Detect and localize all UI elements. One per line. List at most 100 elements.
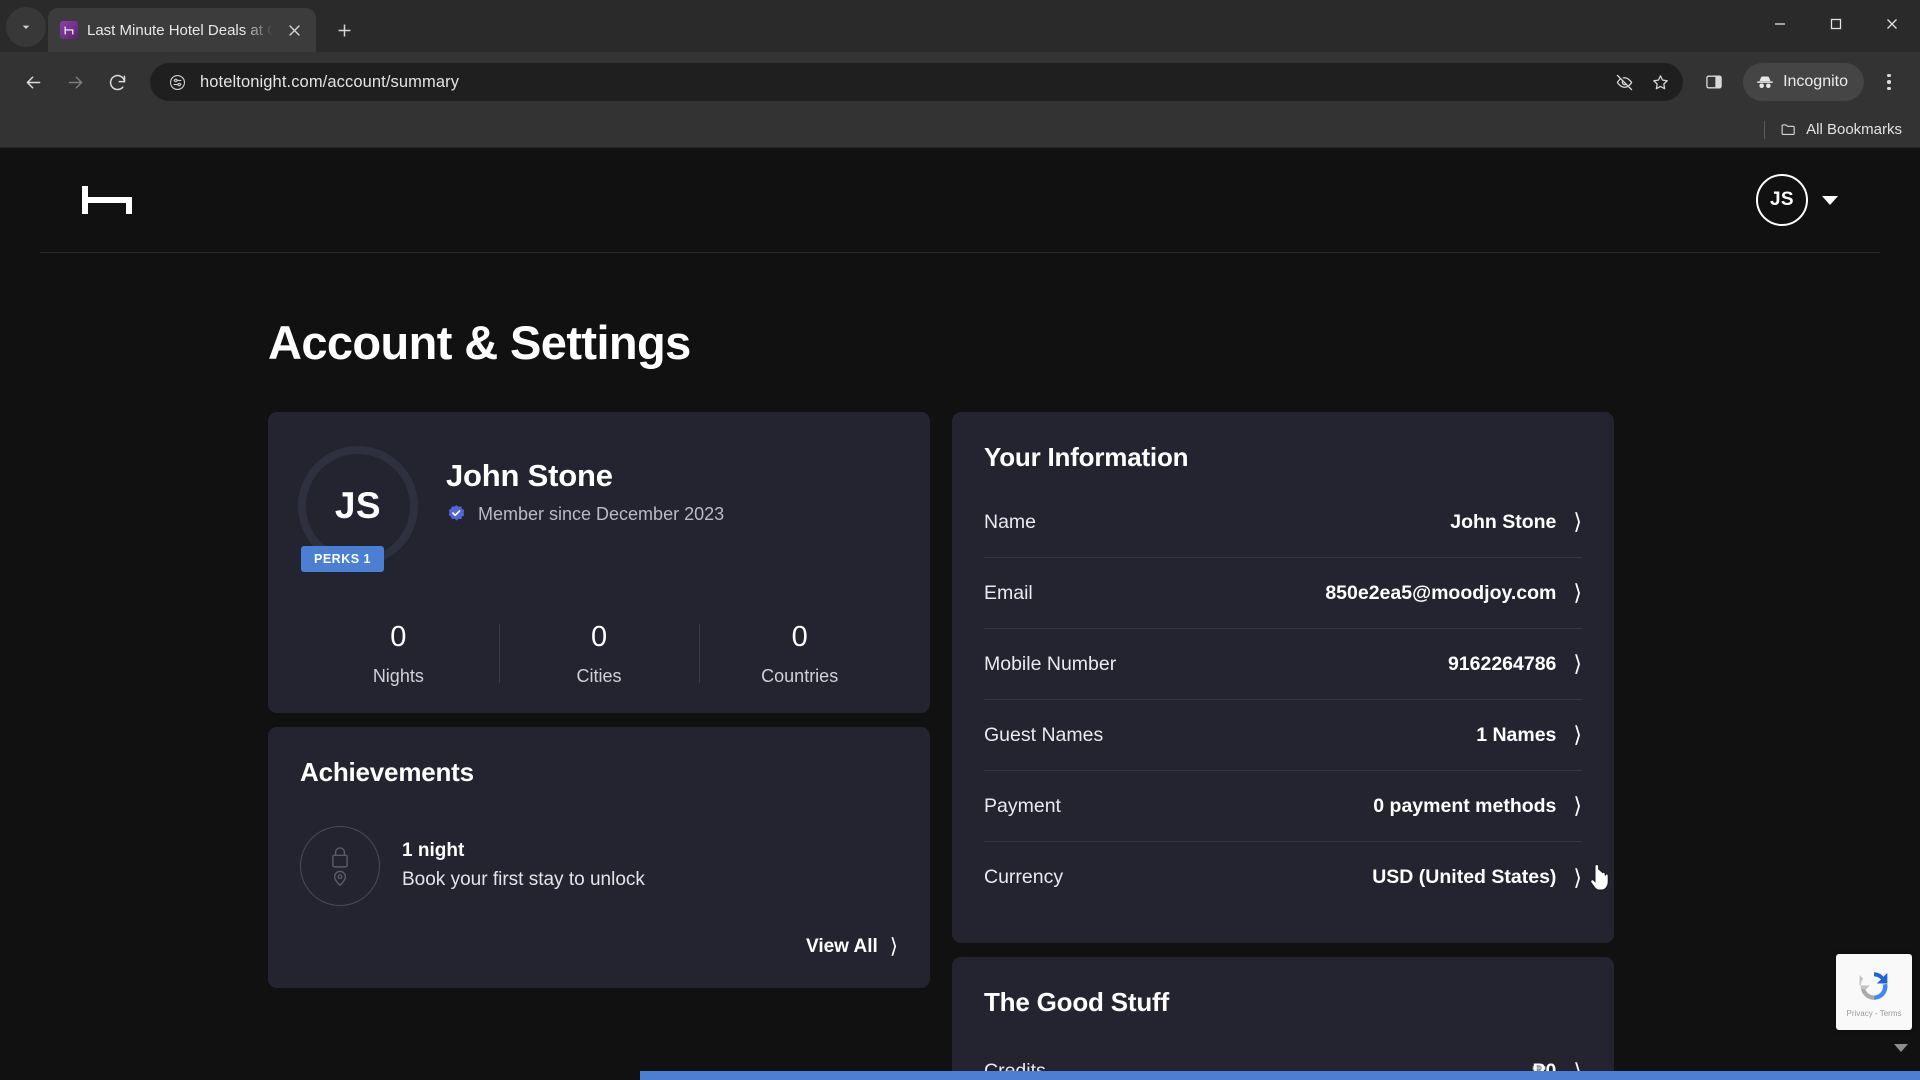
chevron-right-icon: ⟩ <box>1573 580 1582 605</box>
divider <box>1764 120 1766 139</box>
info-row-name[interactable]: Name John Stone ⟩ <box>984 487 1582 558</box>
stat-value: 0 <box>390 621 407 653</box>
information-rows: Name John Stone ⟩ Email 850e2ea5@moodjoy… <box>984 487 1582 913</box>
side-panel-icon <box>1706 75 1722 89</box>
member-since-row: Member since December 2023 <box>446 504 724 525</box>
main-content: Account & Settings JS PERKS 1 John Stone <box>0 315 1920 1080</box>
achievement-item[interactable]: 1 night Book your first stay to unlock <box>300 825 898 906</box>
reload-button[interactable] <box>98 63 136 101</box>
dashboard-grid: JS PERKS 1 John Stone Member since Decem… <box>268 412 1880 1080</box>
achievements-card: Achievements 1 night Book your first sta… <box>268 726 930 988</box>
site-header: JS <box>40 148 1880 253</box>
close-window-button[interactable] <box>1864 0 1920 48</box>
tab-strip: Last Minute Hotel Deals at Grea <box>0 0 1920 52</box>
plus-icon <box>338 24 350 36</box>
browser-window: Last Minute Hotel Deals at Grea <box>0 0 1920 1080</box>
info-row-payment[interactable]: Payment 0 payment methods ⟩ <box>984 771 1582 842</box>
maximize-button[interactable] <box>1808 0 1864 48</box>
hoteltonight-bed-logo[interactable] <box>82 183 140 217</box>
tab-close-button[interactable] <box>282 18 306 42</box>
back-button[interactable] <box>14 63 52 101</box>
recaptcha-text: Privacy - Terms <box>1846 1009 1902 1018</box>
info-row-guest-names[interactable]: Guest Names 1 Names ⟩ <box>984 700 1582 771</box>
close-icon <box>288 24 300 36</box>
dot <box>1887 80 1891 84</box>
your-information-card: Your Information Name John Stone ⟩ Email… <box>952 412 1614 943</box>
incognito-label: Incognito <box>1783 73 1848 90</box>
tracking-protection-button[interactable] <box>1607 65 1641 99</box>
stat-nights: 0 Nights <box>298 621 499 687</box>
info-value: 9162264786 <box>1447 652 1557 675</box>
info-row-currency[interactable]: Currency USD (United States) ⟩ <box>984 842 1582 913</box>
recaptcha-icon <box>1859 972 1888 1000</box>
profile-stats: 0 Nights 0 Cities 0 Countries <box>298 618 900 687</box>
chevron-down-icon <box>22 25 30 29</box>
stat-countries: 0 Countries <box>699 621 900 687</box>
view-all-achievements-link[interactable]: View All ⟩ <box>300 936 898 958</box>
stat-label: Nights <box>372 665 424 686</box>
profile-card: JS PERKS 1 John Stone Member since Decem… <box>268 412 930 713</box>
info-label: Guest Names <box>984 723 1104 746</box>
recaptcha-badge[interactable]: Privacy - Terms <box>1836 954 1912 1030</box>
all-bookmarks-label[interactable]: All Bookmarks <box>1806 121 1902 138</box>
locked-achievement-icon <box>300 825 380 906</box>
chevron-right-icon: ⟩ <box>1573 793 1582 818</box>
page-title: Account & Settings <box>268 316 691 369</box>
browser-toolbar: hoteltonight.com/account/summary Incogni… <box>0 52 1920 112</box>
bookmarks-bar: All Bookmarks <box>0 112 1920 148</box>
bottom-progress-bar <box>640 1071 1920 1080</box>
side-panel-button[interactable] <box>1695 63 1733 101</box>
info-row-email[interactable]: Email 850e2ea5@moodjoy.com ⟩ <box>984 558 1582 629</box>
achievements-title: Achievements <box>300 756 474 787</box>
new-tab-button[interactable] <box>326 12 362 48</box>
minimize-button[interactable] <box>1752 0 1808 48</box>
scroll-down-caret-icon[interactable] <box>1894 1044 1908 1052</box>
address-bar[interactable]: hoteltonight.com/account/summary <box>150 63 1684 101</box>
achievement-subtitle: Book your first stay to unlock <box>402 869 645 891</box>
window-controls <box>1752 0 1920 48</box>
stat-label: Cities <box>576 665 622 686</box>
stat-label: Countries <box>761 665 839 686</box>
right-column: Your Information Name John Stone ⟩ Email… <box>952 412 1614 1080</box>
info-label: Name <box>984 510 1037 533</box>
user-menu[interactable]: JS <box>1756 174 1838 226</box>
browser-menu-button[interactable] <box>1872 63 1906 101</box>
site-settings-icon[interactable] <box>164 69 190 95</box>
perks-badge[interactable]: PERKS 1 <box>301 546 384 572</box>
view-all-label: View All <box>805 935 878 957</box>
info-row-mobile-number[interactable]: Mobile Number 9162264786 ⟩ <box>984 629 1582 700</box>
info-label: Payment <box>984 794 1061 817</box>
info-value: 0 payment methods <box>1373 794 1557 817</box>
your-information-title: Your Information <box>984 442 1189 472</box>
incognito-icon <box>1757 76 1773 88</box>
arrow-left-icon <box>26 76 40 88</box>
bookmark-star-button[interactable] <box>1643 65 1677 99</box>
achievement-title: 1 night <box>402 840 465 862</box>
chevron-right-icon: ⟩ <box>1573 864 1582 890</box>
eye-off-icon <box>1616 74 1632 90</box>
achievement-text: 1 night Book your first stay to unlock <box>402 840 645 891</box>
browser-tab[interactable]: Last Minute Hotel Deals at Grea <box>48 8 316 52</box>
close-icon <box>1887 19 1897 29</box>
profile-name: John Stone <box>446 458 613 493</box>
profile-header: JS PERKS 1 John Stone Member since Decem… <box>298 446 900 572</box>
tune-icon <box>169 74 185 90</box>
tab-search-button[interactable] <box>6 7 46 47</box>
good-stuff-card: The Good Stuff Credits ₱0 ⟩ <box>952 957 1614 1080</box>
stat-value: 0 <box>590 621 608 653</box>
chevron-down-icon[interactable] <box>1822 195 1838 205</box>
hoteltonight-bed-favicon <box>64 26 73 34</box>
chevron-right-icon: ⟩ <box>889 935 898 959</box>
good-stuff-title: The Good Stuff <box>984 987 1169 1017</box>
forward-button[interactable] <box>56 63 94 101</box>
lock-pin-icon <box>332 847 348 887</box>
url-text: hoteltonight.com/account/summary <box>200 72 460 91</box>
chevron-right-icon: ⟩ <box>1573 509 1582 534</box>
page-viewport: JS Account & Settings JS PERKS 1 John St… <box>0 148 1920 1080</box>
tab-favicon <box>60 21 78 39</box>
avatar[interactable]: JS <box>1756 174 1808 226</box>
verified-badge-icon <box>448 505 465 521</box>
info-value: 1 Names <box>1476 723 1557 746</box>
info-label: Mobile Number <box>984 652 1117 675</box>
incognito-indicator[interactable]: Incognito <box>1743 63 1864 101</box>
